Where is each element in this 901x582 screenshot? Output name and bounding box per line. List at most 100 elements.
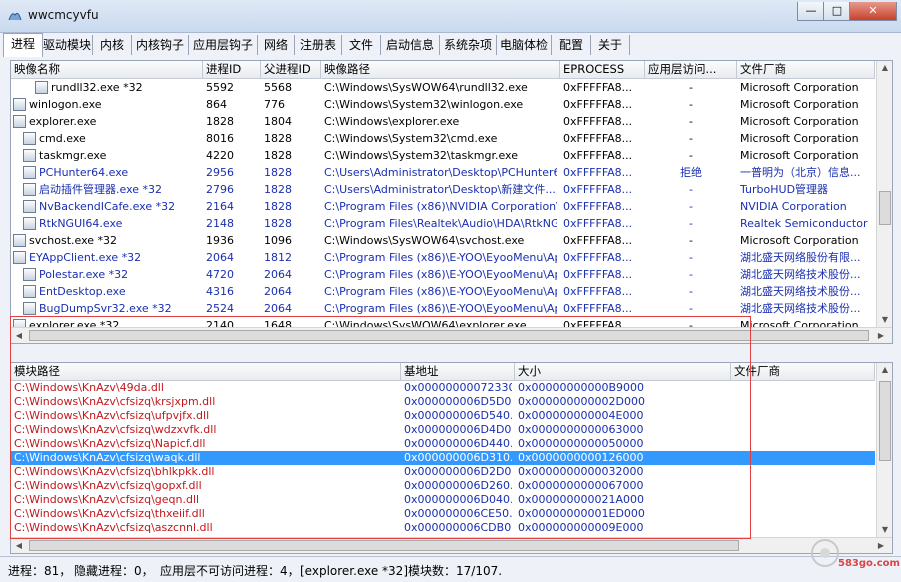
close-button[interactable]: ✕ (849, 2, 897, 21)
h-scroll-thumb[interactable] (29, 540, 739, 551)
tab-10[interactable]: 系统杂项 (440, 35, 497, 55)
tab-9[interactable]: 启动信息 (381, 35, 440, 55)
title-bar[interactable]: wwcmcyvfu — □ ✕ (0, 0, 901, 33)
module-row[interactable]: C:\Windows\KnAzv\cfsizq\Napicf.dll 0x0000… (11, 437, 875, 451)
process-access-cell: - (689, 81, 693, 94)
gear-icon (23, 183, 36, 196)
scroll-right-icon[interactable]: ▶ (873, 331, 889, 340)
h-scroll-thumb[interactable] (29, 330, 869, 341)
proc-column-header[interactable]: 映像路径 (321, 61, 560, 78)
module-row[interactable]: C:\Windows\KnAzv\49da.dll 0x0000000007233… (11, 381, 875, 395)
process-path-cell: C:\Program Files (x86)\E-YOO\EyooMenu\Ap… (324, 302, 557, 315)
module-size-cell: 0x0000000000032000 (518, 465, 644, 478)
module-size-cell: 0x0000000000063000 (518, 423, 644, 436)
module-base-cell: 0x000000006D310... (404, 451, 512, 464)
module-vendor-cell (734, 395, 872, 409)
process-row[interactable]: EntDesktop.exe 4316 2064 C:\Program Files (… (11, 283, 875, 300)
tab-12[interactable]: 配置 (552, 35, 591, 55)
tab-1[interactable]: 进程 (3, 33, 43, 57)
process-ppid-cell: 2064 (264, 285, 292, 298)
process-name-cell: NvBackendICafe.exe *32 (39, 200, 176, 213)
tab-6[interactable]: 网络 (258, 35, 295, 55)
module-size-cell: 0x000000000009E000 (518, 521, 644, 534)
module-row[interactable]: C:\Windows\KnAzv\cfsizq\gopxf.dll 0x00000… (11, 479, 875, 493)
module-row[interactable]: C:\Windows\KnAzv\cfsizq\ufpvjfx.dll 0x000… (11, 409, 875, 423)
tab-8[interactable]: 文件 (342, 35, 381, 55)
process-horizontal-scrollbar[interactable]: ◀ ▶ (11, 327, 892, 343)
module-base-cell: 0x000000006D540... (404, 409, 512, 422)
tab-4[interactable]: 内核钩子 (132, 35, 189, 55)
process-row[interactable]: NvBackendICafe.exe *32 2164 1828 C:\Program… (11, 198, 875, 215)
module-base-cell: 0x000000006D2D0... (404, 465, 512, 478)
module-row[interactable]: C:\Windows\KnAzv\cfsizq\geqn.dll 0x000000… (11, 493, 875, 507)
process-row[interactable]: BugDumpSvr32.exe *32 2524 2064 C:\Program F… (11, 300, 875, 317)
process-row[interactable]: RtkNGUI64.exe 2148 1828 C:\Program Files\Re… (11, 215, 875, 232)
module-row[interactable]: C:\Windows\KnAzv\cfsizq\wdzxvfk.dll 0x000… (11, 423, 875, 437)
process-access-cell: - (689, 98, 693, 111)
pchunter-icon (23, 166, 36, 179)
process-row[interactable]: cmd.exe 8016 1828 C:\Windows\System32\cmd.e… (11, 130, 875, 147)
module-vendor-cell (734, 437, 872, 451)
module-horizontal-scrollbar[interactable]: ◀ ▶ (11, 537, 892, 553)
scroll-up-icon[interactable]: ▲ (877, 365, 892, 374)
module-row[interactable]: C:\Windows\KnAzv\cfsizq\thxeiif.dll 0x000… (11, 507, 875, 521)
process-row[interactable]: winlogon.exe 864 776 C:\Windows\System32\wi… (11, 96, 875, 113)
tab-7[interactable]: 注册表 (295, 35, 342, 55)
process-row[interactable]: Polestar.exe *32 4720 2064 C:\Program Files… (11, 266, 875, 283)
scroll-down-icon[interactable]: ▼ (877, 525, 892, 534)
process-ep-cell: 0xFFFFFA8... (563, 200, 633, 213)
process-row[interactable]: rundll32.exe *32 5592 5568 C:\Windows\SysWO… (11, 79, 875, 96)
module-row[interactable]: C:\Windows\KnAzv\cfsizq\krsjxpm.dll 0x000… (11, 395, 875, 409)
process-row[interactable]: explorer.exe 1828 1804 C:\Windows\explorer.… (11, 113, 875, 130)
process-row[interactable]: taskmgr.exe 4220 1828 C:\Windows\System32\t… (11, 147, 875, 164)
proc-column-header[interactable]: 应用层访问... (645, 61, 737, 78)
process-vendor-cell: Realtek Semiconductor (740, 217, 868, 230)
process-row[interactable]: 启动插件管理器.exe *32 2796 1828 C:\Users\Administ… (11, 181, 875, 198)
process-vendor-cell: Microsoft Corporation (740, 115, 859, 128)
process-row[interactable]: PCHunter64.exe 2956 1828 C:\Users\Administr… (11, 164, 875, 181)
module-column-header[interactable]: 基地址 (401, 363, 515, 380)
module-size-cell: 0x000000000002D000 (518, 395, 645, 408)
module-row[interactable]: C:\Windows\KnAzv\cfsizq\waqk.dll 0x000000… (11, 451, 875, 465)
scroll-left-icon[interactable]: ◀ (11, 331, 27, 340)
process-path-cell: C:\Windows\System32\cmd.exe (324, 132, 498, 145)
scroll-down-icon[interactable]: ▼ (877, 315, 892, 324)
tab-2[interactable]: 驱动模块 (42, 35, 93, 55)
module-row[interactable]: C:\Windows\KnAzv\cfsizq\bhlkpkk.dll 0x000… (11, 465, 875, 479)
tab-11[interactable]: 电脑体检 (497, 35, 552, 55)
proc-column-header[interactable]: 父进程ID (261, 61, 321, 78)
maximize-button[interactable]: □ (823, 2, 851, 21)
tab-3[interactable]: 内核 (93, 35, 132, 55)
tab-13[interactable]: 关于 (591, 35, 630, 55)
module-path-cell: C:\Windows\KnAzv\cfsizq\ufpvjfx.dll (14, 409, 210, 422)
proc-column-header[interactable]: 进程ID (203, 61, 261, 78)
winlogon-icon (13, 98, 26, 111)
process-row[interactable]: EYAppClient.exe *32 2064 1812 C:\Program Fi… (11, 249, 875, 266)
process-path-cell: C:\Windows\System32\winlogon.exe (324, 98, 524, 111)
process-ep-cell: 0xFFFFFA8... (563, 234, 633, 247)
module-column-header[interactable]: 文件厂商 (731, 363, 875, 380)
module-column-header[interactable]: 大小 (515, 363, 731, 380)
minimize-button[interactable]: — (797, 2, 825, 21)
status-process-count: 进程：81， (8, 564, 72, 578)
module-path-cell: C:\Windows\KnAzv\cfsizq\gopxf.dll (14, 479, 202, 492)
module-row[interactable]: C:\Windows\KnAzv\cfsizq\aszcnnl.dll 0x000… (11, 521, 875, 535)
process-row[interactable]: svchost.exe *32 1936 1096 C:\Windows\SysWOW… (11, 232, 875, 249)
proc-column-header[interactable]: 映像名称 (11, 61, 203, 78)
scroll-thumb[interactable] (879, 381, 891, 461)
process-path-cell: C:\Program Files (x86)\E-YOO\EyooMenu\Ap… (324, 285, 557, 298)
module-base-cell: 0x000000006CE50... (404, 507, 512, 520)
module-column-header[interactable]: 模块路径 (11, 363, 401, 380)
proc-column-header[interactable]: 文件厂商 (737, 61, 875, 78)
proc-column-header[interactable]: EPROCESS (560, 61, 645, 78)
scroll-thumb[interactable] (879, 191, 891, 225)
process-vertical-scrollbar[interactable]: ▲ ▼ (876, 61, 892, 327)
scroll-left-icon[interactable]: ◀ (11, 541, 27, 550)
process-pid-cell: 2524 (206, 302, 234, 315)
module-vertical-scrollbar[interactable]: ▲ ▼ (876, 363, 892, 537)
process-name-cell: RtkNGUI64.exe (39, 217, 123, 230)
tab-5[interactable]: 应用层钩子 (189, 35, 258, 55)
process-pid-cell: 2164 (206, 200, 234, 213)
scroll-up-icon[interactable]: ▲ (877, 63, 892, 72)
module-vendor-cell (734, 409, 872, 423)
